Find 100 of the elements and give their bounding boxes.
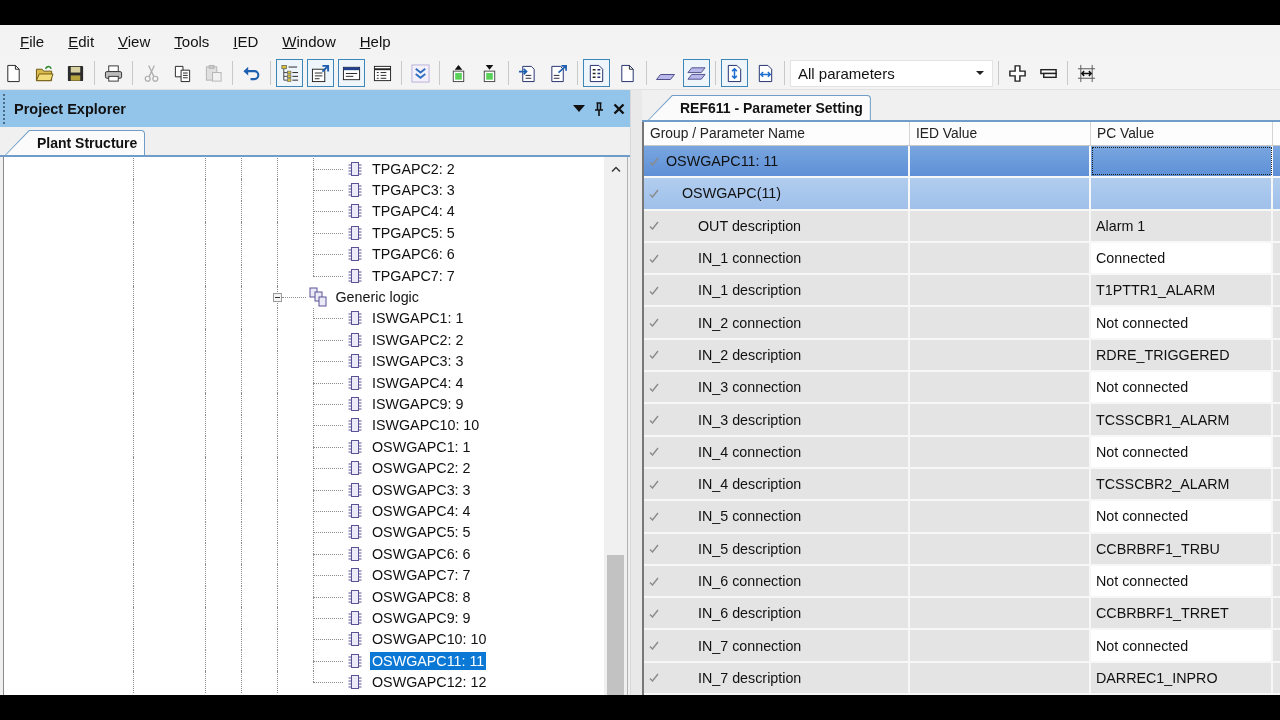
value-field[interactable]: Not connected [1091, 307, 1273, 338]
pin-icon[interactable] [594, 101, 604, 116]
list-window-icon [373, 63, 392, 83]
value-field[interactable]: Not connected [1091, 436, 1273, 467]
tree-item[interactable]: TPGAPC7: 7 [370, 266, 457, 285]
table-cell: IN_3 connection [698, 379, 802, 396]
collapse-toggle[interactable] [272, 292, 282, 302]
tree-item[interactable]: OSWGAPC1: 1 [370, 437, 473, 456]
table-cell: OSWGAPC(11) [682, 185, 782, 202]
value-field[interactable]: Not connected [1091, 630, 1273, 661]
table-row[interactable]: OUT description Alarm 1 [644, 210, 1280, 243]
tab[interactable]: Plant Structure [5, 130, 146, 155]
tree-item[interactable]: TPGAPC4: 4 [370, 202, 457, 221]
tree-item[interactable]: OSWGAPC5: 5 [370, 523, 473, 542]
tree-item[interactable]: OSWGAPC2: 2 [370, 459, 473, 478]
tree-item[interactable]: OSWGAPC7: 7 [370, 566, 473, 585]
blocks-icon [308, 287, 327, 308]
table-row[interactable]: IN_1 description T1PTTR1_ALARM [644, 275, 1280, 308]
chevron-up-icon[interactable] [610, 166, 621, 172]
folder-icon [35, 63, 54, 83]
menu-item[interactable]: IED [221, 32, 271, 50]
table-row[interactable]: IN_3 connection Not connected [644, 372, 1280, 405]
value-field[interactable]: Connected [1091, 242, 1273, 274]
close-icon[interactable] [613, 102, 625, 115]
table-row[interactable]: IN_5 description CCBRBRF1_TRBU [644, 533, 1280, 566]
column-header[interactable]: Group / Parameter Name [644, 122, 910, 145]
chip-icon [348, 353, 362, 370]
table-row[interactable]: IN_6 connection Not connected [644, 565, 1280, 599]
menu-item[interactable]: Help [347, 32, 403, 50]
scrollbar-thumb[interactable] [607, 555, 624, 695]
column-header[interactable]: IED Value [910, 122, 1091, 145]
tree-list-icon [280, 63, 299, 83]
check-icon [649, 415, 659, 424]
table-cell: IN_4 description [698, 476, 802, 493]
scrollbar[interactable] [604, 157, 627, 695]
menu-item[interactable]: View [106, 32, 163, 50]
tree-item[interactable]: OSWGAPC3: 3 [370, 480, 473, 499]
check-icon [649, 350, 659, 360]
check-icon [649, 608, 659, 618]
table-row[interactable]: IN_2 connection Not connected [644, 307, 1280, 340]
tree-item[interactable]: TPGAPC6: 6 [370, 245, 457, 264]
tree-item[interactable]: TPGAPC2: 2 [370, 159, 457, 178]
menu-item[interactable]: Window [270, 32, 348, 50]
page-arrow-out-icon [549, 63, 568, 83]
tree-item[interactable]: OSWGAPC12: 12 [370, 673, 489, 692]
chip-icon [348, 545, 362, 562]
table-row[interactable]: IN_1 connection Connected [644, 242, 1280, 276]
chip-icon [348, 674, 362, 691]
table-cell: OUT description [698, 217, 802, 234]
table-row[interactable]: IN_4 connection Not connected [644, 436, 1280, 469]
table-row[interactable]: IN_6 description CCBRBRF1_TRRET [644, 598, 1280, 631]
toolbar-button[interactable] [583, 59, 610, 87]
table-cell: IN_5 description [698, 540, 802, 557]
table-row[interactable]: OSWGAPC(11) [644, 178, 1280, 211]
slab-icon [656, 74, 675, 80]
filter-dropdown[interactable]: All parameters [790, 59, 993, 87]
copy-icon [173, 63, 192, 83]
toolbar-button[interactable] [307, 59, 334, 87]
table-row[interactable]: IN_3 description TCSSCBR1_ALARM [644, 404, 1280, 437]
check-icon [649, 544, 659, 554]
tree-item[interactable]: ISWGAPC4: 4 [370, 373, 466, 392]
column-header[interactable]: PC Value [1091, 122, 1273, 145]
chip-icon [348, 502, 362, 519]
tree-item[interactable]: OSWGAPC6: 6 [370, 544, 473, 563]
menu-item[interactable]: File [8, 32, 57, 50]
tree-item[interactable]: OSWGAPC11: 11 [370, 651, 487, 670]
table-row[interactable]: IN_7 connection Not connected [644, 630, 1280, 663]
toolbar-button[interactable] [338, 59, 365, 87]
tree-item[interactable]: OSWGAPC9: 9 [370, 608, 473, 627]
chip-icon [348, 267, 362, 284]
tree-item[interactable]: TPGAPC5: 5 [370, 223, 457, 242]
table-cell: TCSSCBR2_ALARM [1091, 468, 1273, 500]
tab[interactable]: REF611 - Parameter Setting [648, 95, 871, 120]
tree-item[interactable]: OSWGAPC10: 10 [370, 630, 489, 649]
menu-item[interactable]: Tools [162, 32, 222, 50]
tree-item[interactable]: OSWGAPC4: 4 [370, 501, 473, 520]
table-row[interactable]: IN_7 description DARREC1_INPRO [644, 662, 1280, 696]
value-field[interactable]: Not connected [1091, 501, 1273, 532]
tree-item[interactable]: ISWGAPC10: 10 [370, 416, 482, 435]
table-row[interactable]: OSWGAPC11: 11 [644, 146, 1280, 179]
tree-item[interactable]: OSWGAPC8: 8 [370, 587, 473, 606]
table-row[interactable]: IN_4 description TCSSCBR2_ALARM [644, 468, 1280, 502]
chip-icon [348, 246, 362, 263]
check-icon [649, 285, 659, 295]
tree-item[interactable]: TPGAPC3: 3 [370, 181, 457, 200]
tree-item[interactable]: ISWGAPC9: 9 [370, 395, 466, 413]
value-field[interactable]: Not connected [1091, 372, 1273, 403]
menu-item[interactable]: Edit [56, 32, 107, 50]
tree-item[interactable]: ISWGAPC2: 2 [370, 330, 466, 349]
caret-down-icon[interactable] [573, 105, 585, 112]
value-field[interactable]: Not connected [1091, 565, 1273, 597]
tree-item[interactable]: Generic logic [333, 288, 421, 307]
double-chevron-icon [411, 63, 430, 83]
table-cell: RDRE_TRIGGERED [1091, 339, 1273, 371]
table-row[interactable]: IN_2 description RDRE_TRIGGERED [644, 339, 1280, 373]
tree-item[interactable]: ISWGAPC3: 3 [370, 352, 466, 371]
toolbar-button[interactable] [721, 59, 748, 87]
table-row[interactable]: IN_5 connection Not connected [644, 501, 1280, 534]
tree-item[interactable]: ISWGAPC1: 1 [370, 309, 466, 328]
scissors-icon [142, 63, 161, 83]
